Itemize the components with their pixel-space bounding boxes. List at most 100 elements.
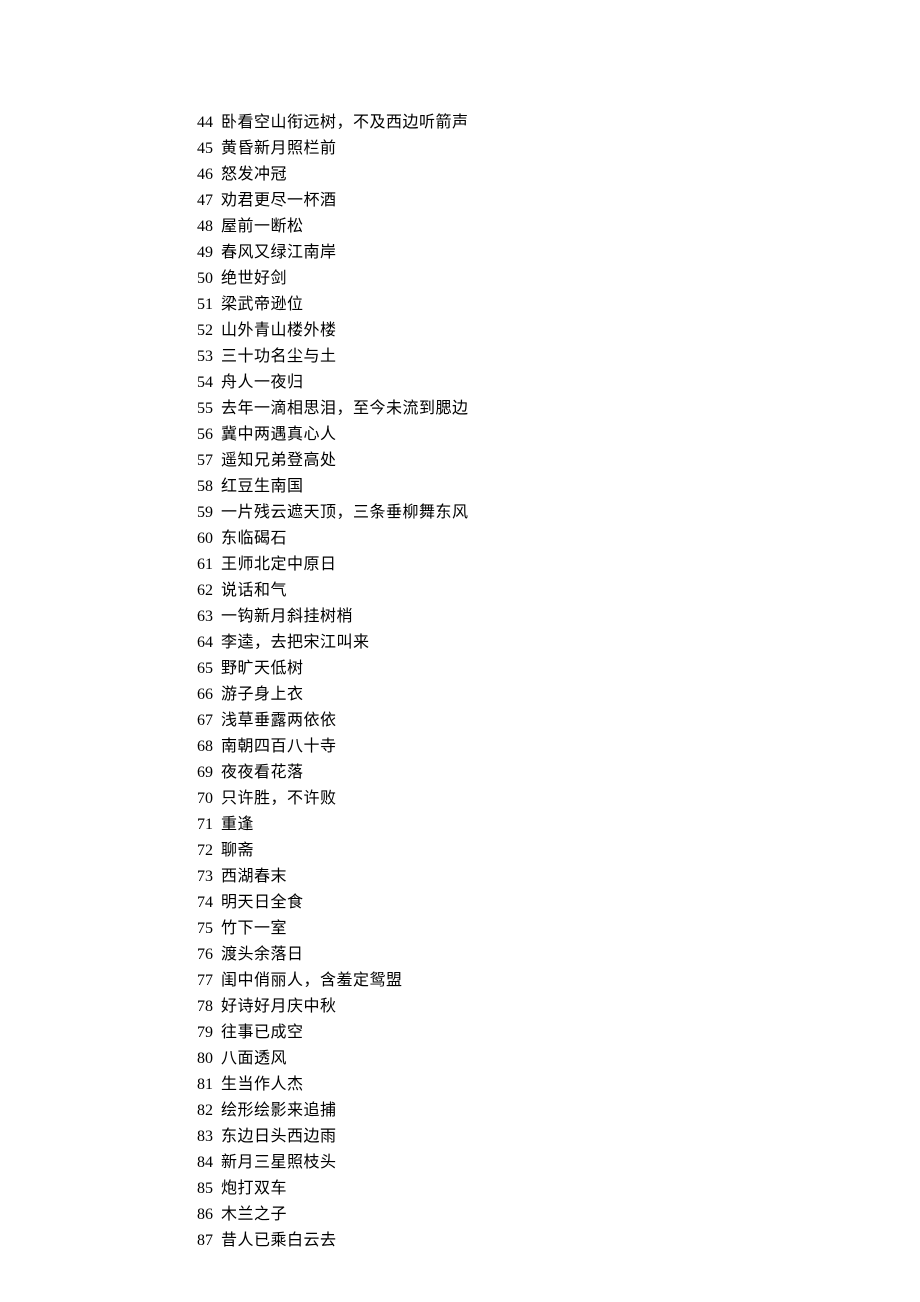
list-item: 63一钩新月斜挂树梢 xyxy=(185,604,920,630)
list-item: 83东边日头西边雨 xyxy=(185,1124,920,1150)
item-text: 聊斋 xyxy=(221,838,254,864)
item-text: 浅草垂露两依依 xyxy=(221,708,337,734)
item-text: 东临碣石 xyxy=(221,526,287,552)
item-number: 84 xyxy=(185,1150,213,1176)
item-text: 遥知兄弟登高处 xyxy=(221,448,337,474)
item-text: 绝世好剑 xyxy=(221,266,287,292)
list-item: 46 怒发冲冠 xyxy=(185,162,920,188)
item-number: 79 xyxy=(185,1020,213,1046)
item-number: 72 xyxy=(185,838,213,864)
item-number: 55 xyxy=(185,396,213,422)
item-text: 劝君更尽一杯酒 xyxy=(221,188,337,214)
list-item: 71重逢 xyxy=(185,812,920,838)
item-text: 南朝四百八十寺 xyxy=(221,734,337,760)
list-item: 75竹下一室 xyxy=(185,916,920,942)
item-number: 85 xyxy=(185,1176,213,1202)
item-text: 一片残云遮天顶，三条垂柳舞东风 xyxy=(221,500,469,526)
list-item: 74 明天日全食 xyxy=(185,890,920,916)
item-text: 去年一滴相思泪，至今未流到腮边 xyxy=(221,396,469,422)
item-text: 游子身上衣 xyxy=(221,682,304,708)
list-item: 79 往事已成空 xyxy=(185,1020,920,1046)
list-item: 51梁武帝逊位 xyxy=(185,292,920,318)
list-item: 69 夜夜看花落 xyxy=(185,760,920,786)
list-item: 85 炮打双车 xyxy=(185,1176,920,1202)
item-text: 渡头余落日 xyxy=(221,942,304,968)
item-number: 60 xyxy=(185,526,213,552)
list-item: 44卧看空山衔远树，不及西边听箭声 xyxy=(185,110,920,136)
item-number: 56 xyxy=(185,422,213,448)
item-number: 70 xyxy=(185,786,213,812)
list-item: 86 木兰之子 xyxy=(185,1202,920,1228)
item-text: 春风又绿江南岸 xyxy=(221,240,337,266)
item-number: 81 xyxy=(185,1072,213,1098)
list-item: 48屋前一断松 xyxy=(185,214,920,240)
list-item: 45 黄昏新月照栏前 xyxy=(185,136,920,162)
item-number: 86 xyxy=(185,1202,213,1228)
list-item: 84新月三星照枝头 xyxy=(185,1150,920,1176)
list-item: 54舟人一夜归 xyxy=(185,370,920,396)
list-item: 73 西湖春末 xyxy=(185,864,920,890)
list-item: 53 三十功名尘与土 xyxy=(185,344,920,370)
item-number: 57 xyxy=(185,448,213,474)
item-number: 82 xyxy=(185,1098,213,1124)
item-number: 53 xyxy=(185,344,213,370)
item-number: 78 xyxy=(185,994,213,1020)
item-number: 49 xyxy=(185,240,213,266)
item-text: 黄昏新月照栏前 xyxy=(221,136,337,162)
item-number: 74 xyxy=(185,890,213,916)
item-text: 冀中两遇真心人 xyxy=(221,422,337,448)
item-text: 三十功名尘与土 xyxy=(221,344,337,370)
list-item: 60 东临碣石 xyxy=(185,526,920,552)
list-item: 55 去年一滴相思泪，至今未流到腮边 xyxy=(185,396,920,422)
item-text: 重逢 xyxy=(221,812,254,838)
item-text: 怒发冲冠 xyxy=(221,162,287,188)
item-text: 夜夜看花落 xyxy=(221,760,304,786)
list-item: 80八面透风 xyxy=(185,1046,920,1072)
item-number: 87 xyxy=(185,1228,213,1254)
item-number: 44 xyxy=(185,110,213,136)
item-text: 王师北定中原日 xyxy=(221,552,337,578)
item-text: 山外青山楼外楼 xyxy=(221,318,337,344)
item-text: 李逵，去把宋江叫来 xyxy=(221,630,370,656)
list-item: 56 冀中两遇真心人 xyxy=(185,422,920,448)
item-number: 46 xyxy=(185,162,213,188)
list-item: 58 红豆生南国 xyxy=(185,474,920,500)
list-item: 49 春风又绿江南岸 xyxy=(185,240,920,266)
item-text: 好诗好月庆中秋 xyxy=(221,994,337,1020)
list-item: 61 王师北定中原日 xyxy=(185,552,920,578)
item-text: 八面透风 xyxy=(221,1046,287,1072)
item-text: 生当作人杰 xyxy=(221,1072,304,1098)
numbered-list: 44卧看空山衔远树，不及西边听箭声45黄昏新月照栏前46怒发冲冠47劝君更尽一杯… xyxy=(185,110,920,1254)
item-number: 69 xyxy=(185,760,213,786)
item-text: 屋前一断松 xyxy=(221,214,304,240)
list-item: 72 聊斋 xyxy=(185,838,920,864)
item-text: 往事已成空 xyxy=(221,1020,304,1046)
item-number: 58 xyxy=(185,474,213,500)
list-item: 67浅草垂露两依依 xyxy=(185,708,920,734)
item-text: 木兰之子 xyxy=(221,1202,287,1228)
item-number: 76 xyxy=(185,942,213,968)
item-text: 炮打双车 xyxy=(221,1176,287,1202)
item-text: 一钩新月斜挂树梢 xyxy=(221,604,353,630)
item-number: 54 xyxy=(185,370,213,396)
item-text: 红豆生南国 xyxy=(221,474,304,500)
item-number: 65 xyxy=(185,656,213,682)
item-text: 东边日头西边雨 xyxy=(221,1124,337,1150)
item-number: 61 xyxy=(185,552,213,578)
list-item: 65 野旷天低树 xyxy=(185,656,920,682)
item-text: 竹下一室 xyxy=(221,916,287,942)
list-item: 68南朝四百八十寺 xyxy=(185,734,920,760)
item-number: 52 xyxy=(185,318,213,344)
item-number: 66 xyxy=(185,682,213,708)
item-text: 明天日全食 xyxy=(221,890,304,916)
item-text: 绘形绘影来追捕 xyxy=(221,1098,337,1124)
list-item: 64李逵，去把宋江叫来 xyxy=(185,630,920,656)
item-text: 梁武帝逊位 xyxy=(221,292,304,318)
item-text: 野旷天低树 xyxy=(221,656,304,682)
item-number: 45 xyxy=(185,136,213,162)
item-number: 59 xyxy=(185,500,213,526)
list-item: 78 好诗好月庆中秋 xyxy=(185,994,920,1020)
item-number: 77 xyxy=(185,968,213,994)
item-number: 73 xyxy=(185,864,213,890)
item-text: 西湖春末 xyxy=(221,864,287,890)
